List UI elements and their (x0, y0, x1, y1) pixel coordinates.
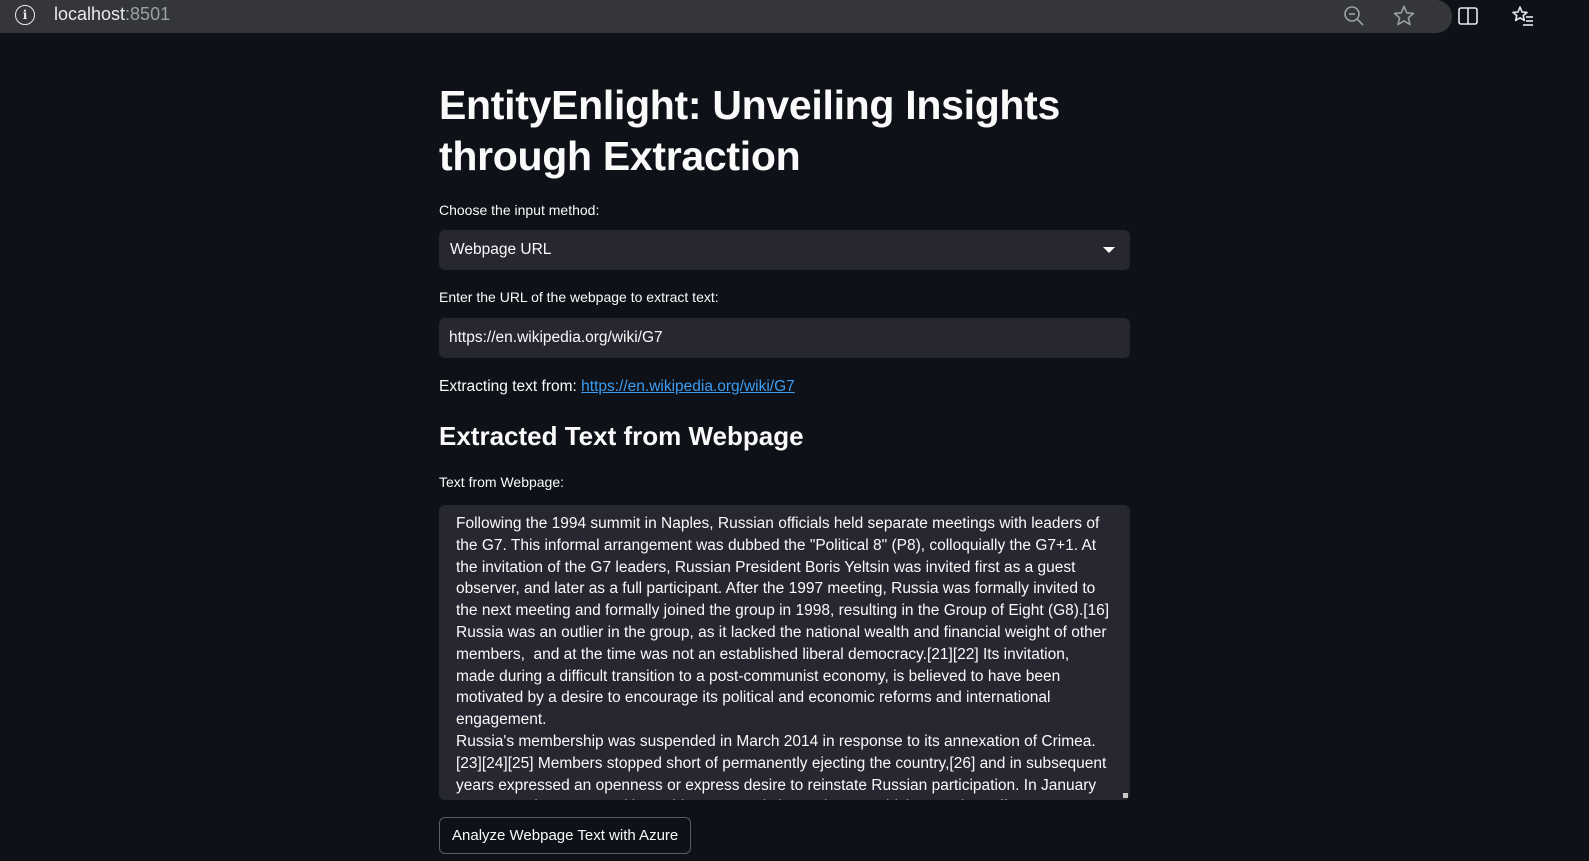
address-url[interactable]: localhost:8501 (54, 4, 170, 25)
input-method-label: Choose the input method: (439, 202, 600, 218)
address-bar[interactable]: i localhost:8501 (0, 0, 1452, 33)
extracting-prefix: Extracting text from: (439, 378, 582, 395)
zoom-out-icon[interactable] (1342, 4, 1366, 28)
main-content: EntityEnlight: Unveiling Insights throug… (439, 80, 1130, 854)
input-method-select[interactable]: Webpage URL (439, 230, 1130, 270)
extracted-text-content: Following the 1994 summit in Naples, Rus… (456, 515, 1110, 800)
url-input[interactable] (439, 318, 1130, 358)
url-input-label: Enter the URL of the webpage to extract … (439, 289, 719, 305)
page-title: EntityEnlight: Unveiling Insights throug… (439, 82, 1061, 179)
chevron-down-icon[interactable] (1103, 247, 1115, 253)
url-port: :8501 (125, 4, 171, 24)
extracting-status: Extracting text from: https://en.wikiped… (439, 378, 795, 396)
url-host: localhost (54, 4, 126, 24)
browser-toolbar: i localhost:8501 (0, 0, 1589, 38)
favorites-list-icon[interactable] (1511, 4, 1535, 28)
extracting-link[interactable]: https://en.wikipedia.org/wiki/G7 (581, 378, 795, 395)
extracted-text-area[interactable]: Following the 1994 summit in Naples, Rus… (439, 505, 1130, 800)
resize-handle-icon[interactable] (1123, 793, 1128, 798)
input-method-value: Webpage URL (450, 241, 552, 258)
section-heading: Extracted Text from Webpage (439, 421, 804, 451)
favorite-star-icon[interactable] (1392, 4, 1416, 28)
analyze-button[interactable]: Analyze Webpage Text with Azure (439, 817, 692, 854)
split-screen-icon[interactable] (1456, 4, 1480, 28)
text-area-label: Text from Webpage: (439, 474, 565, 490)
info-icon[interactable]: i (15, 5, 35, 25)
